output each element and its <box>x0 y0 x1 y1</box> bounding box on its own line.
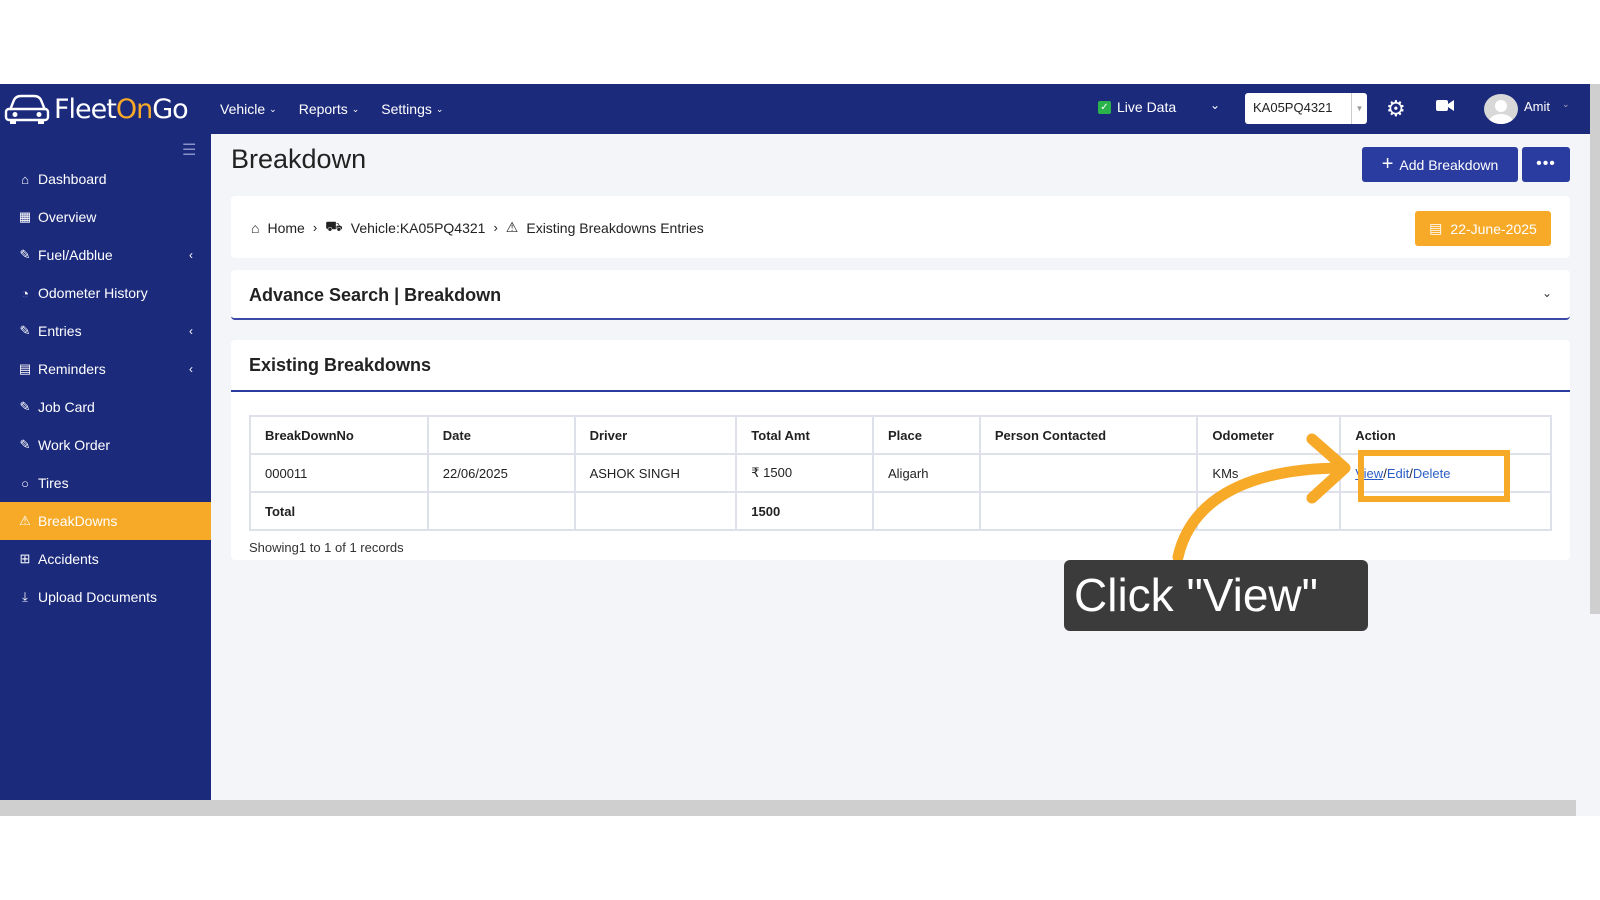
app-frame: FleetOnGo Vehicle ⌄ Reports ⌄ Settings ⌄ ✓ … <box>0 84 1600 816</box>
curved-arrow-icon <box>1172 433 1351 563</box>
instruction-callout: Click "View" <box>1064 560 1368 631</box>
